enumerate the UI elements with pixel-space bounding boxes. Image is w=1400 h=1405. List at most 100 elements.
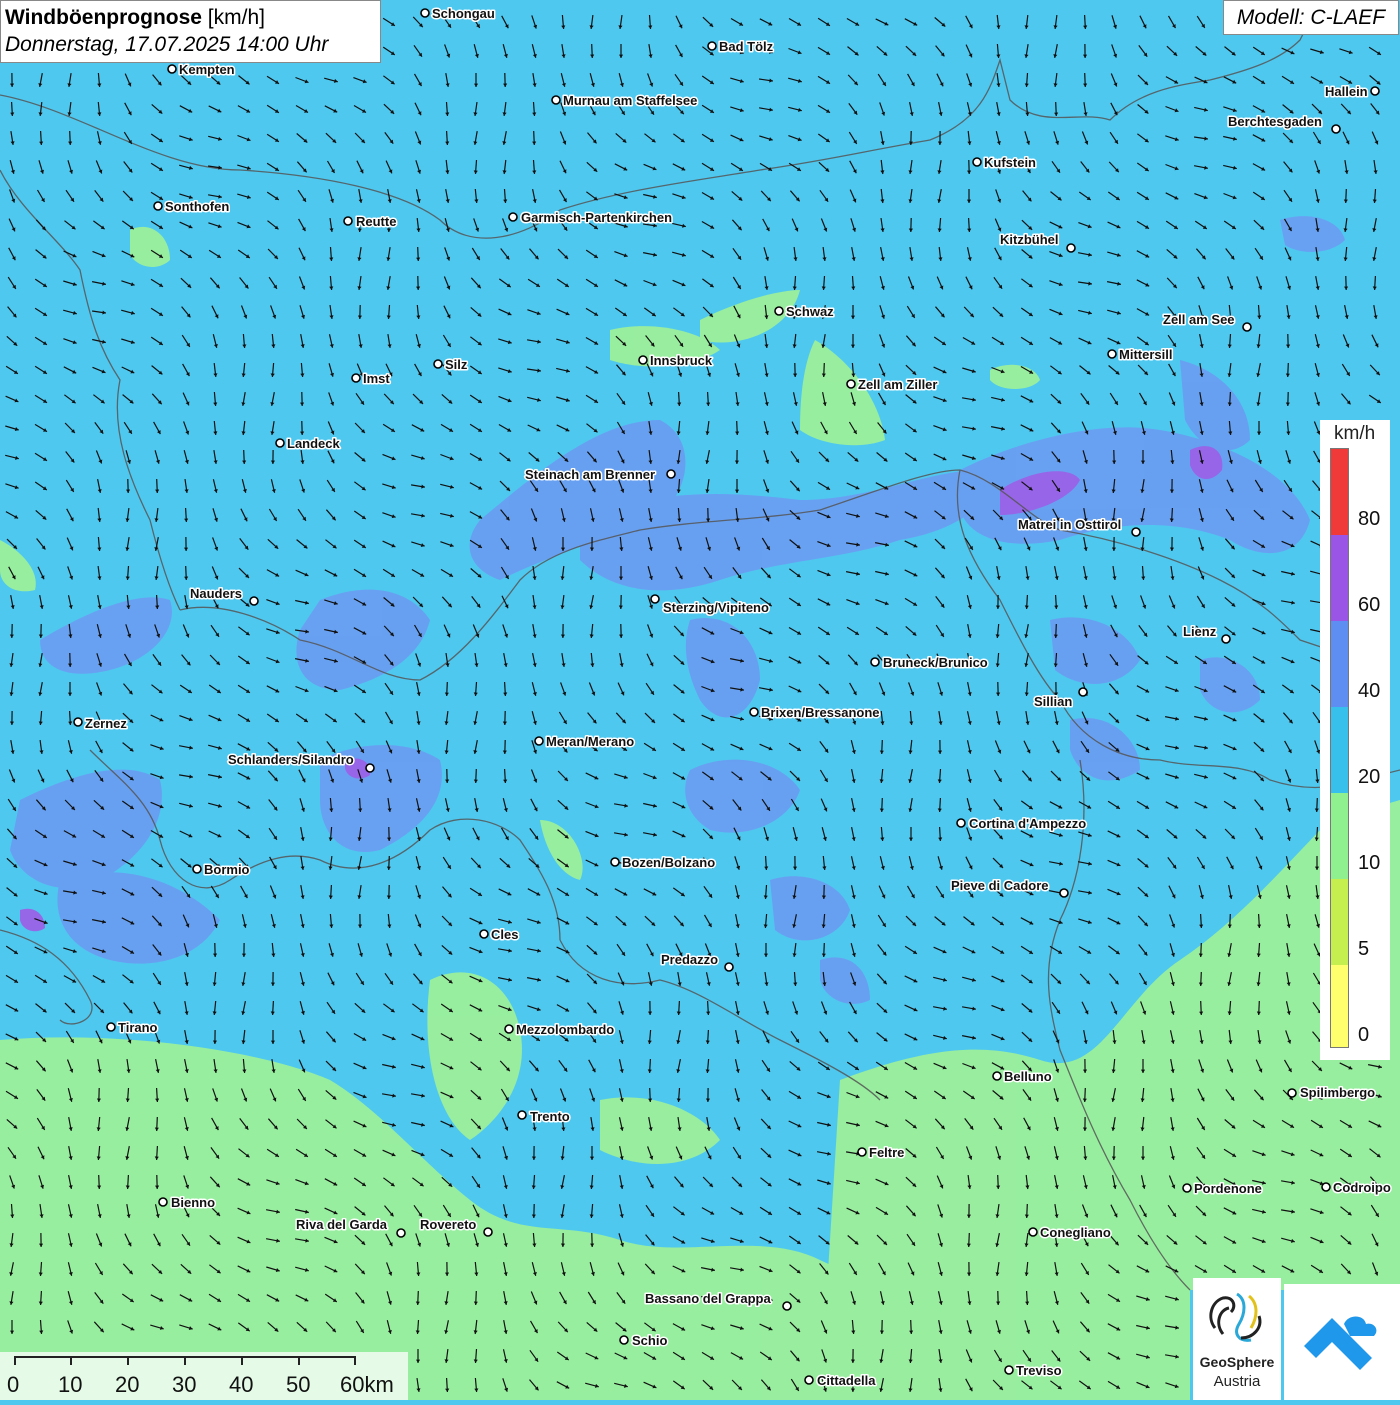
svg-text:Mittersill: Mittersill: [1119, 347, 1172, 362]
scale-tick: [127, 1356, 129, 1365]
legend-tick-60: 60: [1358, 594, 1380, 617]
svg-text:Belluno: Belluno: [1004, 1069, 1052, 1084]
city-schongau[interactable]: Schongau: [421, 6, 495, 21]
svg-text:Bormio: Bormio: [204, 862, 250, 877]
svg-text:Bassano del Grappa: Bassano del Grappa: [645, 1291, 771, 1306]
scale-label: 60km: [340, 1372, 394, 1398]
city-mezzolombardo[interactable]: Mezzolombardo: [505, 1022, 614, 1037]
svg-text:Feltre: Feltre: [869, 1145, 904, 1160]
svg-text:Treviso: Treviso: [1016, 1363, 1062, 1378]
svg-text:Bienno: Bienno: [171, 1195, 215, 1210]
city-meran[interactable]: Meran/Merano: [535, 734, 634, 749]
city-pordenone[interactable]: Pordenone: [1183, 1181, 1262, 1196]
legend-tick-80: 80: [1358, 508, 1380, 531]
scale-tick: [354, 1356, 356, 1365]
scale-tick: [241, 1356, 243, 1365]
svg-text:Schlanders/Silandro: Schlanders/Silandro: [228, 752, 354, 767]
city-codroipo[interactable]: Codroipo: [1322, 1180, 1391, 1195]
city-garmisch[interactable]: Garmisch-Partenkirchen: [509, 210, 672, 225]
svg-text:Murnau am Staffelsee: Murnau am Staffelsee: [563, 93, 697, 108]
svg-text:Silz: Silz: [445, 357, 468, 372]
svg-text:Garmisch-Partenkirchen: Garmisch-Partenkirchen: [521, 210, 672, 225]
color-legend: km/h 80 60 40 20 10 5 0: [1320, 420, 1390, 1060]
legend-tick-40: 40: [1358, 680, 1380, 703]
svg-text:Meran/Merano: Meran/Merano: [546, 734, 634, 749]
svg-text:Bruneck/Brunico: Bruneck/Brunico: [883, 655, 988, 670]
svg-text:Sonthofen: Sonthofen: [165, 199, 229, 214]
scale-label: 10: [58, 1372, 82, 1398]
svg-text:Rovereto: Rovereto: [420, 1217, 476, 1232]
svg-text:Schongau: Schongau: [432, 6, 495, 21]
city-zell-am-ziller[interactable]: Zell am Ziller: [847, 377, 937, 392]
svg-text:Schio: Schio: [632, 1333, 667, 1348]
city-sonthofen[interactable]: Sonthofen: [154, 199, 229, 214]
svg-text:Pieve di Cadore: Pieve di Cadore: [951, 878, 1049, 893]
city-innsbruck[interactable]: Innsbruck: [639, 353, 713, 368]
legend-seg-80: [1331, 449, 1348, 535]
svg-text:Riva del Garda: Riva del Garda: [296, 1217, 388, 1232]
city-cortina[interactable]: Cortina d'Ampezzo: [957, 816, 1086, 831]
legend-tick-5: 5: [1358, 938, 1369, 961]
svg-text:Zell am See: Zell am See: [1163, 312, 1235, 327]
svg-text:Cittadella: Cittadella: [817, 1373, 876, 1388]
city-steinach[interactable]: Steinach am Brenner: [525, 467, 675, 482]
app-logo[interactable]: [1284, 1284, 1400, 1400]
svg-text:Sillian: Sillian: [1034, 694, 1072, 709]
scale-tick: [298, 1356, 300, 1365]
svg-text:Hallein: Hallein: [1325, 84, 1368, 99]
city-bruneck[interactable]: Bruneck/Brunico: [871, 655, 988, 670]
legend-unit: km/h: [1334, 423, 1375, 445]
svg-text:Conegliano: Conegliano: [1040, 1225, 1111, 1240]
svg-text:Imst: Imst: [363, 371, 390, 386]
scale-tick: [184, 1356, 186, 1365]
map-title: Windböenprognose [km/h]: [5, 4, 376, 31]
legend-tick-10: 10: [1358, 852, 1380, 875]
legend-seg-40: [1331, 621, 1348, 707]
city-spilimbergo[interactable]: Spilimbergo: [1288, 1085, 1375, 1100]
svg-text:Tirano: Tirano: [118, 1020, 158, 1035]
svg-text:Bad Tölz: Bad Tölz: [719, 39, 774, 54]
legend-seg-10: [1331, 793, 1348, 879]
legend-tick-0: 0: [1358, 1024, 1369, 1047]
svg-text:Cles: Cles: [491, 927, 518, 942]
scale-bar: 0 10 20 30 40 50 60km: [0, 1352, 408, 1400]
svg-text:Landeck: Landeck: [287, 436, 341, 451]
map-title-box: Windböenprognose [km/h] Donnerstag, 17.0…: [0, 0, 381, 63]
city-brixen[interactable]: Brixen/Bressanone: [750, 705, 880, 720]
title-bold: Windböenprognose: [5, 6, 202, 29]
geosphere-name: GeoSphere: [1193, 1354, 1281, 1370]
city-conegliano[interactable]: Conegliano: [1029, 1225, 1111, 1240]
city-murnau[interactable]: Murnau am Staffelsee: [552, 93, 697, 108]
scale-tick: [14, 1356, 16, 1365]
svg-text:Nauders: Nauders: [190, 586, 242, 601]
svg-text:Cortina d'Ampezzo: Cortina d'Ampezzo: [969, 816, 1086, 831]
legend-bar: [1330, 448, 1349, 1048]
city-bozen[interactable]: Bozen/Bolzano: [611, 855, 715, 870]
scale-tick: [70, 1356, 72, 1365]
scale-label: 20: [115, 1372, 139, 1398]
scale-label: 50: [286, 1372, 310, 1398]
geosphere-logo[interactable]: GeoSphere Austria: [1193, 1278, 1281, 1400]
legend-tick-20: 20: [1358, 766, 1380, 789]
svg-text:Kempten: Kempten: [179, 62, 235, 77]
scale-label: 40: [229, 1372, 253, 1398]
svg-text:Kufstein: Kufstein: [984, 155, 1036, 170]
svg-text:Lienz: Lienz: [1183, 624, 1217, 639]
model-label: Modell: C-LAEF: [1223, 0, 1399, 35]
wind-gust-map[interactable]: Schongau Bad Tölz Kempten Murnau am Staf…: [0, 0, 1400, 1400]
mountain-cloud-icon: [1284, 1284, 1400, 1400]
svg-text:Schwaz: Schwaz: [786, 304, 834, 319]
legend-seg-0: [1331, 965, 1348, 1047]
svg-text:Innsbruck: Innsbruck: [650, 353, 713, 368]
svg-text:Mezzolombardo: Mezzolombardo: [516, 1022, 614, 1037]
svg-text:Codroipo: Codroipo: [1333, 1180, 1391, 1195]
title-unit: [km/h]: [202, 6, 265, 29]
svg-text:Spilimbergo: Spilimbergo: [1300, 1085, 1375, 1100]
svg-text:Brixen/Bressanone: Brixen/Bressanone: [761, 705, 880, 720]
legend-seg-20: [1331, 707, 1348, 793]
svg-text:Matrei in Osttirol: Matrei in Osttirol: [1018, 517, 1121, 532]
svg-text:Kitzbühel: Kitzbühel: [1000, 232, 1059, 247]
svg-text:Predazzo: Predazzo: [661, 952, 718, 967]
legend-seg-60: [1331, 535, 1348, 621]
svg-text:Pordenone: Pordenone: [1194, 1181, 1262, 1196]
